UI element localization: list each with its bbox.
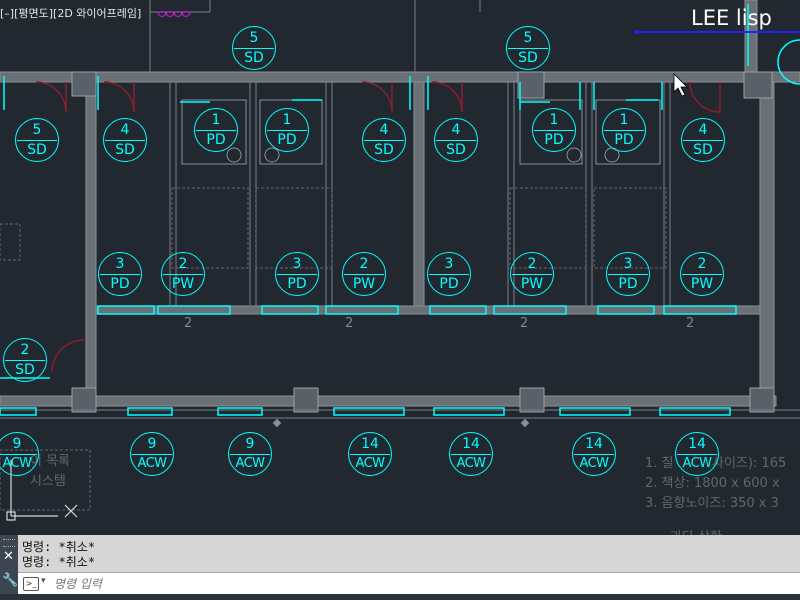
status-bar	[0, 594, 800, 600]
room-label: 2	[686, 316, 695, 331]
command-prompt-icon[interactable]: >_	[23, 577, 39, 591]
door-tag[interactable]: 1 PD	[194, 108, 238, 152]
spec-note: 사이즈): 165	[712, 456, 787, 471]
door-tag[interactable]: 3 PD	[275, 252, 319, 296]
right-wall	[759, 81, 775, 403]
spec-note: 1. 칠	[645, 456, 674, 471]
left-wall	[85, 81, 97, 397]
room-label: 2	[345, 316, 354, 331]
door-tag[interactable]: 1 PD	[265, 108, 309, 152]
command-input[interactable]	[54, 575, 754, 592]
spec-note: 2. 책상: 1800 x 600 x	[645, 476, 780, 491]
corridor-wall	[95, 305, 761, 315]
door-tag[interactable]: 1 PD	[602, 108, 646, 152]
door-tag[interactable]: 4 SD	[434, 118, 478, 162]
command-line-panel: ✕ 🔧 명령: *취소* 명령: *취소* >_ ▾	[0, 535, 800, 600]
command-history-line: 명령: *취소*	[22, 555, 96, 569]
command-input-bar[interactable]: >_ ▾	[18, 572, 800, 595]
door-tag[interactable]: 4 SD	[362, 118, 406, 162]
door-tag[interactable]: 3 PD	[427, 252, 471, 296]
drawing-canvas[interactable]: [–][평면도][2D 와이어프레임] LEE lisp 2 2 2 2 이 목…	[0, 0, 800, 545]
window-tag[interactable]: 2 PW	[680, 252, 724, 296]
chevron-down-icon[interactable]: ▾	[41, 576, 46, 586]
window-tag[interactable]: 14 ACW	[572, 432, 616, 476]
door-tag[interactable]: 5 SD	[232, 26, 276, 70]
door-tag[interactable]: 4 SD	[103, 118, 147, 162]
command-line-sidebar: ✕ 🔧	[0, 535, 18, 600]
viewport-controls-label[interactable]: [–][평면도][2D 와이어프레임]	[0, 5, 141, 21]
window-tag[interactable]: 2 PW	[510, 252, 554, 296]
window-tag[interactable]: 14 ACW	[348, 432, 392, 476]
drag-grip-icon[interactable]	[3, 539, 15, 547]
window-tag[interactable]: 14 ACW	[675, 432, 719, 476]
bottom-wall	[0, 395, 777, 407]
window-tag[interactable]: 9 ACW	[0, 432, 39, 476]
door-tag[interactable]: 2 SD	[3, 338, 47, 382]
door-tag[interactable]: 3 PD	[98, 252, 142, 296]
door-tag[interactable]: 4 SD	[681, 118, 725, 162]
room-label: 2	[184, 316, 193, 331]
plugin-label: LEE lisp	[691, 6, 772, 30]
spec-note: 3. 음향노이즈: 350 x 3	[645, 496, 779, 511]
close-icon[interactable]: ✕	[3, 549, 14, 564]
window-tag[interactable]: 14 ACW	[449, 432, 493, 476]
mid-wall	[413, 81, 425, 309]
window-tag[interactable]: 2 PW	[342, 252, 386, 296]
door-tag[interactable]: 5 SD	[506, 26, 550, 70]
room-label: 2	[520, 316, 529, 331]
window-tag[interactable]: 2 PW	[161, 252, 205, 296]
door-tag[interactable]: 1 PD	[532, 108, 576, 152]
door-tag[interactable]: 5 SD	[15, 118, 59, 162]
door-tag[interactable]: 3 PD	[606, 252, 650, 296]
wrench-icon[interactable]: 🔧	[2, 573, 18, 588]
legend-note: 시스템	[30, 474, 66, 489]
window-tag[interactable]: 9 ACW	[130, 432, 174, 476]
window-tag[interactable]: 9 ACW	[228, 432, 272, 476]
